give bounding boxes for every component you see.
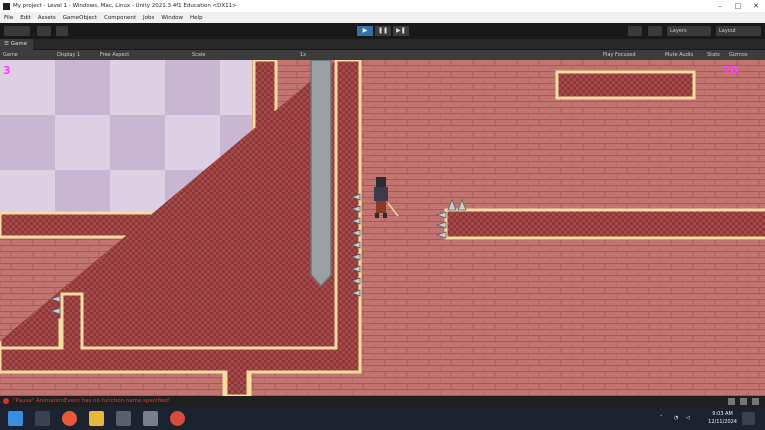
layout-dropdown[interactable]: Layout xyxy=(716,26,761,36)
menu-assets[interactable]: Assets xyxy=(38,15,56,21)
unity-hub-icon[interactable] xyxy=(116,411,131,426)
notifications-icon[interactable] xyxy=(742,412,755,425)
right-wall xyxy=(444,208,765,240)
maximize-button[interactable]: □ xyxy=(731,0,745,12)
game-scene-canvas xyxy=(0,60,765,396)
menu-component[interactable]: Component xyxy=(104,15,136,21)
error-icon xyxy=(3,397,9,404)
unity-logo-icon xyxy=(3,2,10,10)
file-explorer-icon[interactable] xyxy=(89,411,104,426)
menu-gameobject[interactable]: GameObject xyxy=(63,15,97,21)
hud-lives-counter: 3 xyxy=(3,64,11,77)
hud-score-counter: 20 xyxy=(722,64,738,77)
play-button[interactable]: ▶ xyxy=(357,26,373,36)
unity-editor-icon[interactable] xyxy=(143,411,158,426)
copilot-icon[interactable] xyxy=(62,411,77,426)
system-tray[interactable]: ˄ ◔ ◁ xyxy=(650,407,705,430)
account-button[interactable] xyxy=(4,26,30,36)
tab-game[interactable]: ☰ Game xyxy=(0,39,34,50)
title-bar: My project - Level 1 - Windows, Mac, Lin… xyxy=(0,0,765,12)
gizmos-dropdown[interactable]: Gizmos xyxy=(729,50,747,60)
chevron-up-icon[interactable]: ˄ xyxy=(660,415,663,421)
search-icon[interactable] xyxy=(648,26,662,36)
debug-icon[interactable] xyxy=(728,398,735,405)
aspect-dropdown[interactable]: Free Aspect xyxy=(100,50,129,60)
volume-icon[interactable]: ◁ xyxy=(686,415,690,421)
stone-pillar xyxy=(310,60,332,288)
minimize-button[interactable]: – xyxy=(713,0,727,12)
progress-icon[interactable] xyxy=(740,398,747,405)
taskbar-clock[interactable]: 9:03 AM 12/11/2024 xyxy=(708,410,737,426)
menu-help[interactable]: Help xyxy=(190,15,203,21)
scale-label: Scale xyxy=(192,52,206,58)
console-message: "Pause" AnimationEvent has no function n… xyxy=(13,398,170,404)
mute-audio-toggle[interactable]: Mute Audio xyxy=(665,50,693,60)
step-button[interactable]: ▶❚ xyxy=(393,26,409,36)
top-right-platform xyxy=(555,70,696,100)
menu-window[interactable]: Window xyxy=(161,15,183,21)
collab-icon[interactable] xyxy=(56,26,68,36)
window-title: My project - Level 1 - Windows, Mac, Lin… xyxy=(13,3,237,9)
game-view[interactable]: 3 20 xyxy=(0,60,765,396)
tab-game-label: Game xyxy=(10,41,28,47)
close-button[interactable]: ✕ xyxy=(749,0,763,12)
tab-strip: ☰ Game xyxy=(0,39,765,50)
pause-button[interactable]: ❚❚ xyxy=(375,26,391,36)
scale-value[interactable]: 1x xyxy=(300,50,306,60)
menu-edit[interactable]: Edit xyxy=(20,15,31,21)
wifi-icon[interactable]: ◔ xyxy=(674,415,678,421)
history-icon[interactable] xyxy=(628,26,642,36)
menu-bar: File Edit Assets GameObject Component Jo… xyxy=(0,12,765,23)
cloud-icon[interactable] xyxy=(37,26,51,36)
clock-time: 9:03 AM xyxy=(712,411,733,417)
console-status-bar[interactable]: "Pause" AnimationEvent has no function n… xyxy=(0,396,765,407)
game-mode-dropdown[interactable]: Game xyxy=(3,50,18,60)
main-toolbar: ▶ ❚❚ ▶❚ Layers Layout xyxy=(0,23,765,39)
menu-jobs[interactable]: Jobs xyxy=(143,15,154,21)
menu-file[interactable]: File xyxy=(4,15,13,21)
stats-toggle[interactable]: Stats xyxy=(707,50,720,60)
game-view-toolbar: Game Display 1 Free Aspect Scale 1x Play… xyxy=(0,50,765,60)
settings-icon[interactable] xyxy=(752,398,759,405)
game-tab-icon: ☰ xyxy=(4,41,11,47)
start-windows-icon[interactable] xyxy=(8,411,23,426)
display-dropdown[interactable]: Display 1 xyxy=(57,50,80,60)
layers-dropdown[interactable]: Layers xyxy=(667,26,711,36)
task-view-icon[interactable] xyxy=(35,411,50,426)
windows-taskbar: ˄ ◔ ◁ 9:03 AM 12/11/2024 xyxy=(0,407,765,430)
clock-date: 12/11/2024 xyxy=(708,419,737,425)
wall-spikes xyxy=(350,193,361,297)
chrome-icon[interactable] xyxy=(170,411,185,426)
play-focused-dropdown[interactable]: Play Focused xyxy=(603,50,636,60)
